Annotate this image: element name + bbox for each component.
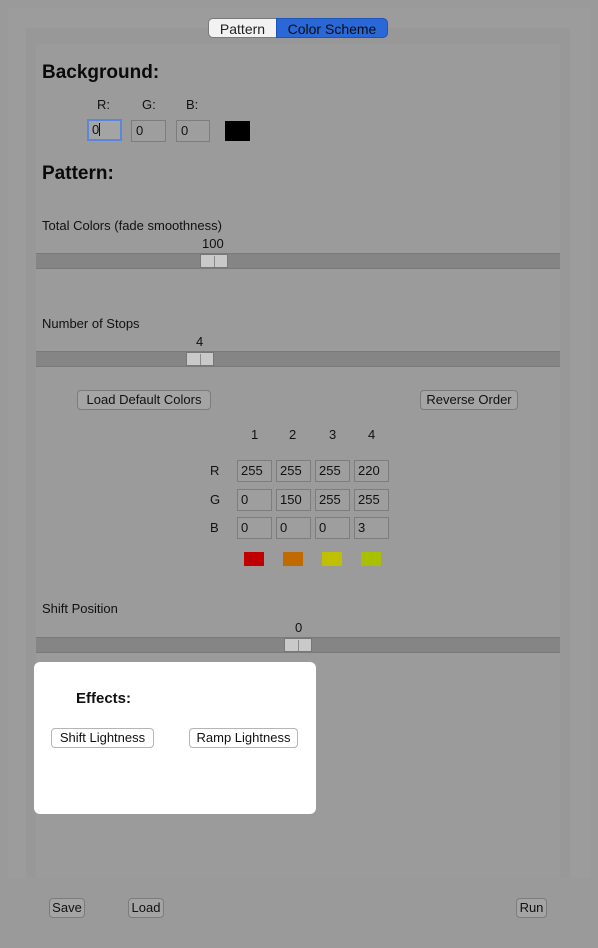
- stop-3-g-input[interactable]: 255: [315, 489, 350, 511]
- bg-g-input[interactable]: 0: [131, 120, 166, 142]
- stop-column-4: 4: [368, 427, 376, 442]
- stop-1-color-swatch: [244, 552, 264, 566]
- background-color-swatch: [225, 121, 250, 141]
- stop-3-color-swatch: [322, 552, 342, 566]
- total-colors-slider-thumb[interactable]: [200, 254, 228, 268]
- stop-4-color-swatch: [361, 552, 381, 566]
- number-of-stops-slider-thumb[interactable]: [186, 352, 214, 366]
- tab-pattern[interactable]: Pattern: [208, 18, 276, 38]
- load-default-colors-button[interactable]: Load Default Colors: [77, 390, 211, 410]
- stop-4-r-input[interactable]: 220: [354, 460, 389, 482]
- run-button[interactable]: Run: [516, 898, 547, 918]
- shift-lightness-button[interactable]: Shift Lightness: [51, 728, 154, 748]
- bg-r-input[interactable]: 0: [87, 119, 122, 141]
- effects-heading: Effects:: [76, 690, 132, 707]
- save-button[interactable]: Save: [49, 898, 85, 918]
- bg-r-value: 0: [92, 122, 100, 137]
- pattern-heading: Pattern:: [42, 163, 114, 184]
- bg-b-input[interactable]: 0: [176, 120, 210, 142]
- bg-g-label: G:: [142, 97, 156, 112]
- stop-column-1: 1: [251, 427, 259, 442]
- stop-2-b-input[interactable]: 0: [276, 517, 311, 539]
- total-colors-slider[interactable]: [36, 253, 560, 269]
- ramp-lightness-button[interactable]: Ramp Lightness: [189, 728, 298, 748]
- stop-2-r-input[interactable]: 255: [276, 460, 311, 482]
- background-heading: Background:: [42, 62, 160, 83]
- row-label-b: B: [210, 520, 219, 535]
- stop-1-b-input[interactable]: 0: [237, 517, 272, 539]
- row-label-r: R: [210, 463, 220, 478]
- shift-position-slider-thumb[interactable]: [284, 638, 312, 652]
- stop-3-b-input[interactable]: 0: [315, 517, 350, 539]
- stop-column-3: 3: [329, 427, 337, 442]
- number-of-stops-label: Number of Stops: [42, 316, 140, 331]
- shift-position-value: 0: [295, 620, 303, 635]
- number-of-stops-value: 4: [196, 334, 204, 349]
- total-colors-label: Total Colors (fade smoothness): [42, 218, 222, 233]
- bg-r-label: R:: [97, 97, 110, 112]
- number-of-stops-slider[interactable]: [36, 351, 560, 367]
- reverse-order-button[interactable]: Reverse Order: [420, 390, 518, 410]
- stop-2-g-input[interactable]: 150: [276, 489, 311, 511]
- shift-position-label: Shift Position: [42, 601, 118, 616]
- bottom-bar: [0, 878, 598, 948]
- load-button[interactable]: Load: [128, 898, 164, 918]
- stop-2-color-swatch: [283, 552, 303, 566]
- stop-1-g-input[interactable]: 0: [237, 489, 272, 511]
- total-colors-value: 100: [202, 236, 224, 251]
- stop-1-r-input[interactable]: 255: [237, 460, 272, 482]
- stop-column-2: 2: [289, 427, 297, 442]
- text-caret: [99, 123, 101, 136]
- stop-4-g-input[interactable]: 255: [354, 489, 389, 511]
- tab-color-scheme[interactable]: Color Scheme: [276, 18, 388, 38]
- bg-b-label: B:: [186, 97, 199, 112]
- stop-4-b-input[interactable]: 3: [354, 517, 389, 539]
- shift-position-slider[interactable]: [36, 637, 560, 653]
- row-label-g: G: [210, 492, 221, 507]
- stop-3-r-input[interactable]: 255: [315, 460, 350, 482]
